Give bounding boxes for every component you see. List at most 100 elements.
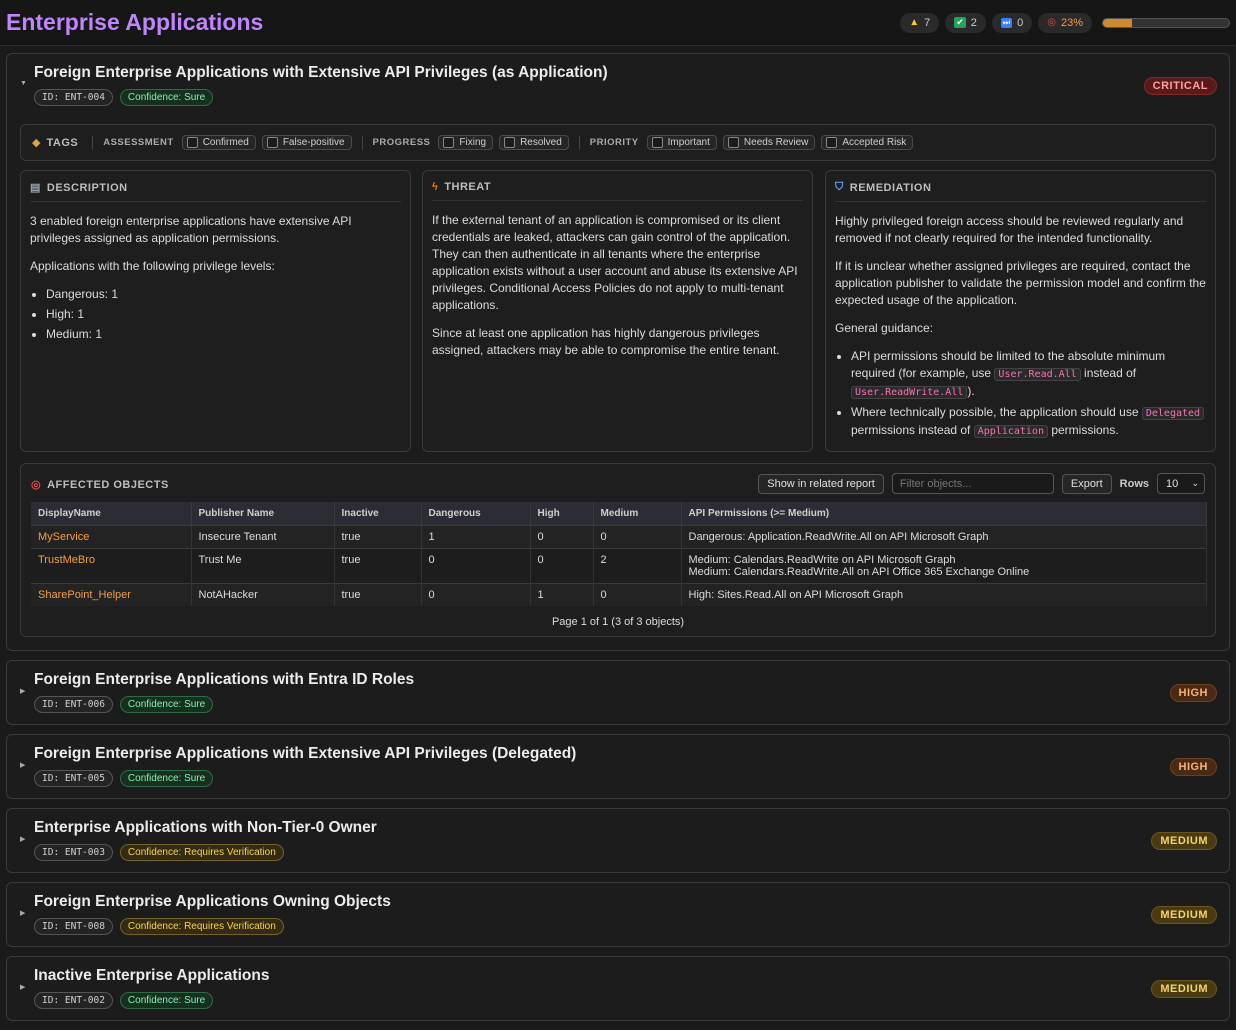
checkbox-box[interactable] (186, 137, 198, 148)
checkbox-box[interactable] (266, 137, 278, 148)
list-item: Where technically possible, the applicat… (851, 404, 1206, 440)
column-header[interactable]: Medium (593, 502, 682, 525)
tag-checkbox-needs-review[interactable]: Needs Review (722, 135, 816, 150)
object-link[interactable]: MyService (31, 524, 192, 548)
description-text: 3 enabled foreign enterprise application… (30, 214, 352, 245)
code-snippet: User.Read.All (994, 368, 1081, 381)
remediation-text: General guidance: (835, 321, 934, 335)
severity-badge: MEDIUM (1151, 980, 1217, 998)
finding-card-collapsed[interactable]: ▶ Foreign Enterprise Applications Owning… (6, 882, 1230, 947)
guidance-text: Where technically possible, the applicat… (851, 405, 1139, 419)
table-cell: Insecure Tenant (191, 524, 335, 548)
column-header[interactable]: DisplayName (31, 502, 192, 525)
description-text: Applications with the following privileg… (30, 259, 275, 273)
progress-fill (1103, 18, 1132, 27)
warning-icon: ▲ (909, 17, 920, 28)
caret-right-icon[interactable]: ▶ (20, 687, 25, 695)
tag-checkbox-resolved[interactable]: Resolved (499, 135, 569, 150)
checkbox-label: Needs Review (743, 137, 809, 148)
table-cell: 2 (593, 547, 682, 583)
object-link[interactable]: SharePoint_Helper (31, 582, 192, 606)
finding-title: Foreign Enterprise Applications with Ent… (34, 671, 415, 688)
progress-label: 23% (1060, 16, 1083, 29)
caret-right-icon[interactable]: ▶ (20, 983, 25, 991)
checkbox-label: Important (667, 137, 710, 148)
threat-text: If the external tenant of an application… (432, 213, 798, 312)
finding-header[interactable]: ▼ Foreign Enterprise Applications with E… (7, 54, 1229, 118)
progress-stat: ◎ 23% (1038, 12, 1092, 33)
check-icon: ✔ (954, 17, 966, 28)
filter-objects-input[interactable] (891, 473, 1054, 494)
table-cell: 1 (530, 582, 594, 606)
tag-checkbox-false-positive[interactable]: False-positive (261, 135, 352, 150)
table-cell: 0 (530, 524, 594, 548)
checkbox-label: Fixing (459, 137, 487, 148)
table-cell: 0 (593, 582, 682, 606)
finding-card-collapsed[interactable]: ▶ Enterprise Applications with Non-Tier-… (6, 808, 1230, 873)
column-header[interactable]: Dangerous (421, 502, 531, 525)
remediation-title: REMEDIATION (849, 181, 932, 194)
column-header[interactable]: Publisher Name (191, 502, 335, 525)
privilege-list: Dangerous: 1 High: 1 Medium: 1 (30, 286, 401, 343)
divider (578, 135, 580, 150)
target-icon: ◎ (1047, 17, 1056, 28)
threat-title: THREAT (444, 181, 492, 193)
tag-group-label: PROGRESS (372, 137, 431, 148)
rows-label: Rows (1119, 477, 1149, 490)
finding-id-badge: ID: ENT-005 (34, 770, 113, 787)
finding-card-collapsed[interactable]: ▶ Foreign Enterprise Applications with E… (6, 660, 1230, 725)
list-item: Medium: 1 (46, 326, 401, 343)
remediation-text: Highly privileged foreign access should … (835, 214, 1184, 245)
finding-card-collapsed[interactable]: ▶ Inactive Enterprise Applications ID: E… (6, 956, 1230, 1021)
column-header[interactable]: High (530, 502, 594, 525)
guidance-text: ). (967, 384, 975, 398)
checkbox-box[interactable] (443, 137, 455, 148)
severity-badge: HIGH (1169, 758, 1217, 776)
tag-checkbox-confirmed[interactable]: Confirmed (181, 135, 256, 150)
finding-title: Foreign Enterprise Applications with Ext… (34, 64, 608, 81)
object-link[interactable]: TrustMeBro (31, 547, 192, 583)
column-header[interactable]: API Permissions (>= Medium) (681, 502, 1207, 525)
checkbox-label: False-positive (282, 137, 345, 148)
caret-down-icon[interactable]: ▼ (20, 80, 27, 87)
checkbox-box[interactable] (826, 137, 838, 148)
table-row: TrustMeBro Trust Me true 0 0 2 Medium: C… (31, 547, 1207, 583)
checked-stat[interactable]: ✔ 2 (945, 12, 986, 33)
page-title: Enterprise Applications (6, 9, 264, 35)
caret-right-icon[interactable]: ▶ (20, 909, 25, 917)
finding-id-badge: ID: ENT-006 (34, 696, 113, 713)
skipped-stat[interactable]: ⏭ 0 (991, 12, 1033, 33)
export-button[interactable]: Export (1061, 473, 1112, 494)
checkbox-box[interactable] (504, 137, 516, 148)
divider (92, 135, 94, 150)
permission-line: High: Sites.Read.All on API Microsoft Gr… (688, 588, 904, 601)
tag-checkbox-fixing[interactable]: Fixing (438, 135, 494, 150)
tag-icon: ◆ (32, 137, 41, 149)
guidance-text: instead of (1084, 366, 1137, 380)
rows-select[interactable]: 10 ⌄ (1157, 473, 1205, 494)
tag-checkbox-accepted-risk[interactable]: Accepted Risk (821, 135, 914, 150)
table-cell: High: Sites.Read.All on API Microsoft Gr… (681, 582, 1207, 606)
app-header: Enterprise Applications ▲ 7 ✔ 2 ⏭ 0 ◎ 23… (0, 0, 1236, 46)
show-related-report-button[interactable]: Show in related report (758, 473, 884, 494)
checkbox-box[interactable] (651, 137, 663, 148)
confidence-badge: Confidence: Requires Verification (119, 918, 284, 935)
severity-badge: MEDIUM (1151, 832, 1217, 850)
checkbox-box[interactable] (727, 137, 739, 148)
tag-checkbox-important[interactable]: Important (646, 135, 717, 150)
table-row: MyService Insecure Tenant true 1 0 0 Dan… (31, 524, 1207, 548)
table-cell: true (334, 524, 422, 548)
tags-bar: ◆ TAGS ASSESSMENT Confirmed False-positi… (20, 124, 1216, 161)
list-item: High: 1 (46, 306, 401, 323)
tag-group-label: PRIORITY (589, 137, 639, 148)
column-header[interactable]: Inactive (334, 502, 422, 525)
confidence-badge: Confidence: Sure (119, 89, 214, 106)
checkbox-label: Accepted Risk (842, 137, 907, 148)
caret-right-icon[interactable]: ▶ (20, 761, 25, 769)
caret-right-icon[interactable]: ▶ (20, 835, 25, 843)
finding-card-collapsed[interactable]: ▶ Foreign Enterprise Applications with E… (6, 734, 1230, 799)
warnings-stat[interactable]: ▲ 7 (900, 12, 940, 33)
code-snippet: User.ReadWrite.All (851, 386, 968, 399)
table-cell: 0 (593, 524, 682, 548)
finding-id-badge: ID: ENT-008 (34, 918, 113, 935)
